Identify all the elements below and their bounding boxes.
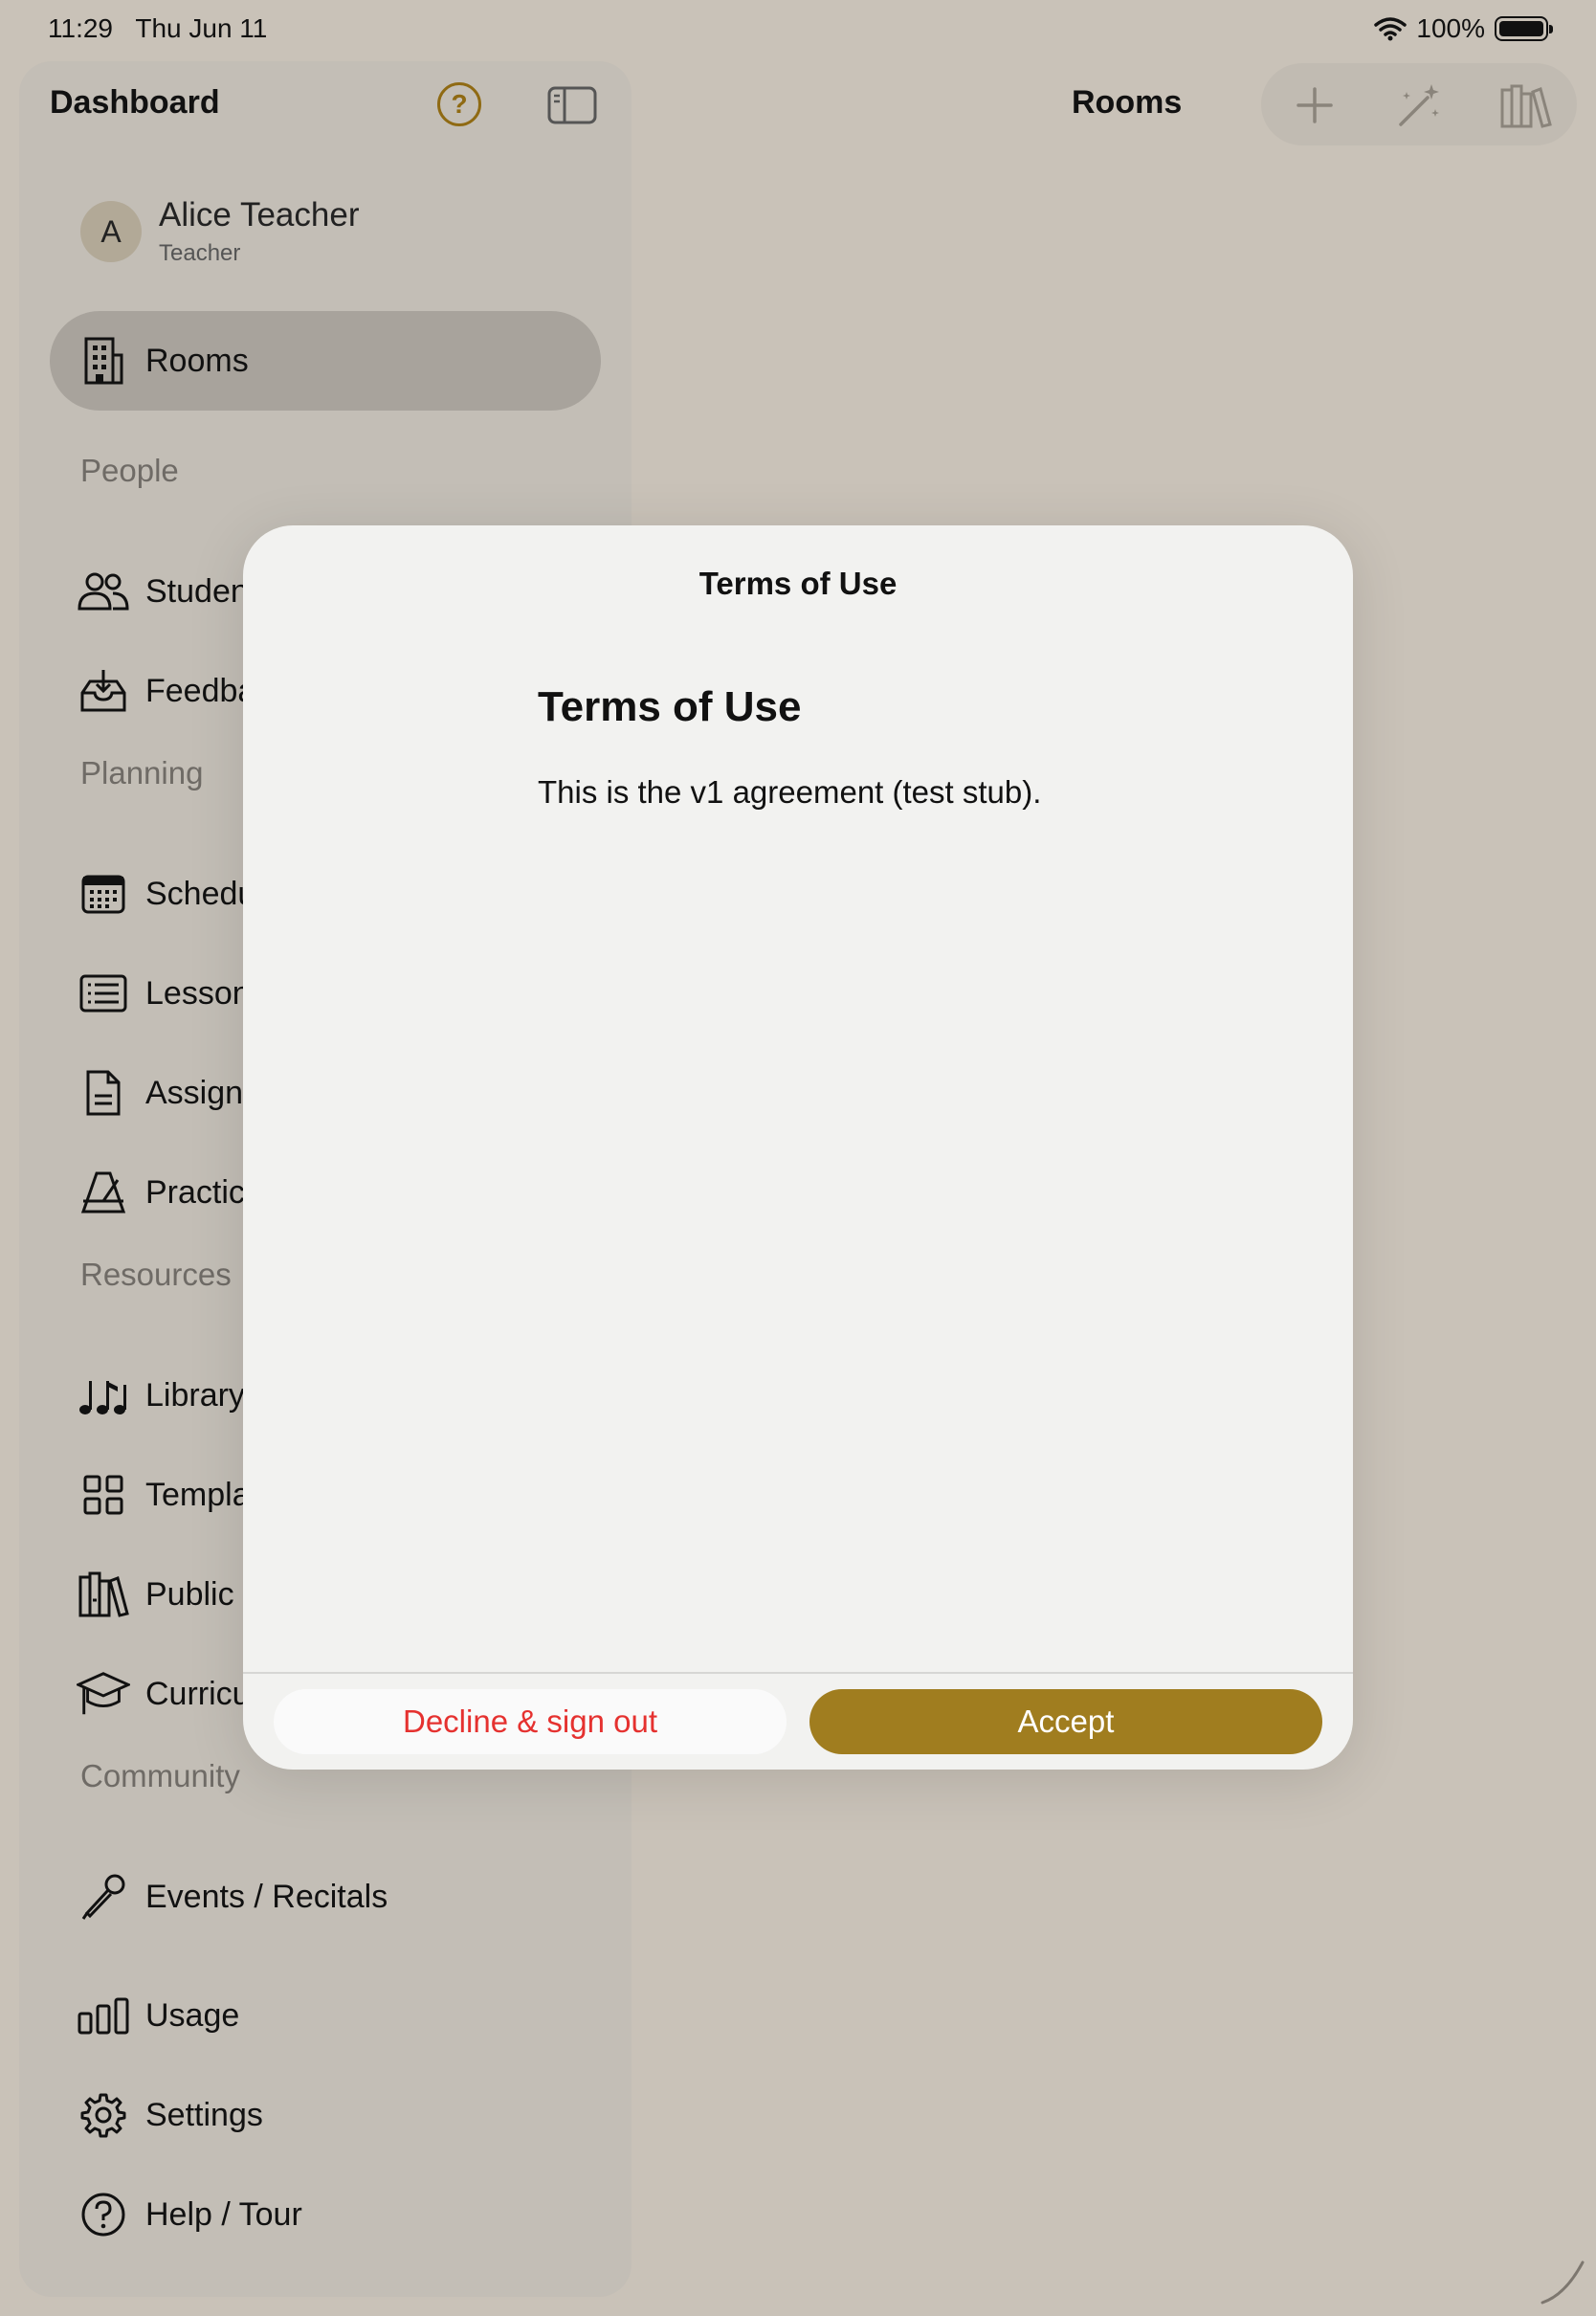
toolbar [1261, 63, 1577, 145]
status-time: 11:29 Thu Jun 11 [48, 13, 268, 43]
status-bar: 11:29 Thu Jun 11 100% [0, 0, 1596, 57]
battery-icon [1495, 16, 1553, 41]
terms-modal: Terms of Use Terms of Use This is the v1… [243, 525, 1353, 1770]
bar-chart-icon [77, 1989, 130, 2042]
microphone-icon [77, 1870, 130, 1924]
music-notes-icon [77, 1369, 130, 1422]
decline-sign-out-button[interactable]: Decline & sign out [274, 1689, 787, 1754]
sidebar-item-label: Events / Recitals [145, 1878, 388, 1915]
grid-icon [77, 1468, 130, 1522]
modal-title: Terms of Use [698, 566, 898, 601]
sidebar-item-rooms[interactable]: Rooms [77, 332, 249, 390]
sidebar-title: Dashboard [50, 84, 220, 121]
sidebar-item-library[interactable]: Library [77, 1367, 245, 1424]
document-icon [77, 1066, 130, 1120]
profile-name: Alice Teacher [159, 196, 360, 234]
page-title: Rooms [1072, 84, 1183, 121]
sidebar-item-label: Settings [145, 2096, 263, 2133]
sidebar-item-label: Help / Tour [145, 2195, 302, 2233]
sidebar-item-lessons[interactable]: Lessons [77, 965, 267, 1022]
add-icon[interactable] [1290, 80, 1340, 130]
sidebar-item-usage[interactable]: Usage [77, 1987, 239, 2044]
sidebar-header: Dashboard ? [19, 61, 632, 147]
resize-handle-icon[interactable] [1537, 2257, 1588, 2308]
battery-percent: 100% [1416, 13, 1485, 43]
graduation-cap-icon [77, 1667, 130, 1721]
sidebar-item-help-tour[interactable]: Help / Tour [77, 2186, 302, 2243]
sidebar-toggle-icon[interactable] [547, 86, 597, 124]
section-community: Community [80, 1758, 240, 1793]
profile-role: Teacher [159, 240, 241, 266]
magic-wand-icon[interactable] [1393, 80, 1443, 130]
building-icon [77, 334, 130, 388]
calendar-icon [77, 867, 130, 921]
section-people: People [80, 453, 179, 488]
sidebar-item-label: Public [145, 1575, 234, 1613]
question-circle-icon [77, 2188, 130, 2241]
sidebar-item-label: Library [145, 1376, 245, 1414]
profile[interactable]: A Alice Teacher Teacher [80, 193, 359, 270]
library-books-icon[interactable] [1498, 80, 1554, 130]
books-icon [77, 1568, 130, 1621]
sidebar-item-label: Usage [145, 1996, 240, 2034]
sidebar-item-practice[interactable]: Practice [77, 1164, 263, 1221]
avatar: A [80, 201, 142, 262]
help-button[interactable]: ? [437, 82, 481, 126]
accept-button[interactable]: Accept [809, 1689, 1322, 1754]
wifi-icon [1374, 17, 1408, 41]
sidebar-item-public[interactable]: Public [77, 1566, 234, 1623]
sidebar-item-events-recitals[interactable]: Events / Recitals [77, 1868, 388, 1926]
tray-download-icon [77, 664, 130, 718]
document-body: This is the v1 agreement (test stub). [538, 774, 1042, 810]
document-heading: Terms of Use [538, 683, 802, 730]
sidebar-item-settings[interactable]: Settings [77, 2086, 263, 2144]
footer-divider [243, 1672, 1353, 1674]
metronome-icon [77, 1166, 130, 1219]
sidebar-item-label: Rooms [145, 342, 249, 379]
people-icon [77, 565, 130, 618]
list-icon [77, 967, 130, 1020]
section-planning: Planning [80, 755, 204, 791]
gear-icon [77, 2088, 130, 2142]
section-resources: Resources [80, 1257, 232, 1292]
